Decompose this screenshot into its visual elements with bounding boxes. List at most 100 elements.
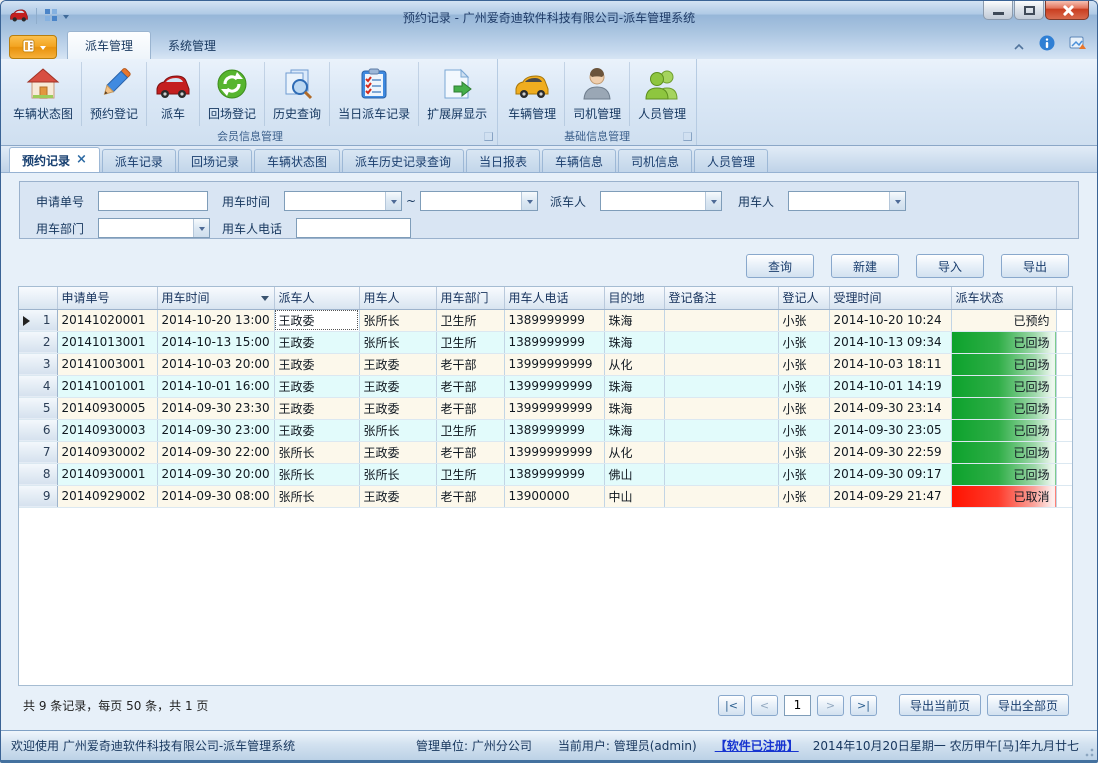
new-button[interactable]: 新建 xyxy=(831,254,899,278)
cell[interactable]: 2014-10-03 20:00 xyxy=(157,353,274,375)
cell[interactable]: 王政委 xyxy=(359,397,436,419)
status-cell[interactable]: 已回场 xyxy=(951,441,1056,463)
cell[interactable]: 2014-09-30 22:59 xyxy=(829,441,951,463)
cell[interactable]: 张所长 xyxy=(359,463,436,485)
row-indicator[interactable]: 7 xyxy=(19,441,57,463)
table-row[interactable]: 2201410130012014-10-13 15:00王政委张所长卫生所138… xyxy=(19,331,1072,353)
document-tab[interactable]: 预约记录× xyxy=(9,147,100,172)
cell[interactable]: 20141001001 xyxy=(57,375,157,397)
cell[interactable]: 2014-09-30 08:00 xyxy=(157,485,274,507)
cell[interactable]: 佛山 xyxy=(604,463,664,485)
cell[interactable]: 20141013001 xyxy=(57,331,157,353)
table-row[interactable]: 5201409300052014-09-30 23:30王政委王政委老干部139… xyxy=(19,397,1072,419)
cell[interactable]: 老干部 xyxy=(436,397,504,419)
table-row[interactable]: 9201409290022014-09-30 08:00张所长王政委老干部139… xyxy=(19,485,1072,507)
cell[interactable]: 小张 xyxy=(778,485,829,507)
cell[interactable]: 2014-10-03 18:11 xyxy=(829,353,951,375)
column-header[interactable]: 派车状态 xyxy=(951,287,1056,309)
next-page-button[interactable]: > xyxy=(817,695,844,716)
use-time-from-combo[interactable] xyxy=(284,191,402,211)
cell[interactable]: 小张 xyxy=(778,397,829,419)
page-number-input[interactable] xyxy=(784,695,811,716)
cell[interactable]: 珠海 xyxy=(604,397,664,419)
column-header[interactable]: 受理时间 xyxy=(829,287,951,309)
row-indicator[interactable]: 6 xyxy=(19,419,57,441)
column-header[interactable]: 用车人电话 xyxy=(504,287,604,309)
cell[interactable]: 20140929002 xyxy=(57,485,157,507)
ribbon-button[interactable]: 当日派车记录 xyxy=(330,62,419,126)
ribbon-tab[interactable]: 派车管理 xyxy=(67,31,151,59)
status-cell[interactable]: 已取消 xyxy=(951,485,1056,507)
cell[interactable]: 老干部 xyxy=(436,353,504,375)
cell[interactable]: 1389999999 xyxy=(504,309,604,331)
cell[interactable]: 张所长 xyxy=(274,485,359,507)
info-icon[interactable] xyxy=(1039,35,1055,55)
document-tab[interactable]: 车辆状态图 xyxy=(254,149,340,172)
row-indicator[interactable]: 4 xyxy=(19,375,57,397)
cell[interactable]: 王政委 xyxy=(274,419,359,441)
ribbon-tab[interactable]: 系统管理 xyxy=(151,32,233,59)
ribbon-button[interactable]: 司机管理 xyxy=(565,62,630,126)
cell[interactable]: 卫生所 xyxy=(436,463,504,485)
status-cell[interactable]: 已回场 xyxy=(951,331,1056,353)
cell[interactable]: 小张 xyxy=(778,441,829,463)
cell[interactable]: 13999999999 xyxy=(504,397,604,419)
close-tab-icon[interactable]: × xyxy=(76,155,87,165)
cell[interactable]: 13999999999 xyxy=(504,375,604,397)
cell[interactable]: 13999999999 xyxy=(504,441,604,463)
query-button[interactable]: 查询 xyxy=(746,254,814,278)
column-filter-arrow-icon[interactable] xyxy=(261,296,269,305)
cell[interactable]: 王政委 xyxy=(274,375,359,397)
cell[interactable]: 2014-09-30 23:30 xyxy=(157,397,274,419)
table-row[interactable]: 1201410200012014-10-20 13:00王政委张所长卫生所138… xyxy=(19,309,1072,331)
phone-input[interactable] xyxy=(296,218,411,238)
dept-combo[interactable] xyxy=(98,218,210,238)
export-button[interactable]: 导出 xyxy=(1001,254,1069,278)
cell[interactable] xyxy=(664,309,778,331)
cell[interactable]: 王政委 xyxy=(274,309,359,331)
document-tab[interactable]: 当日报表 xyxy=(466,149,540,172)
row-indicator[interactable]: 1 xyxy=(19,309,57,331)
column-header-blank[interactable] xyxy=(1056,287,1072,309)
cell[interactable] xyxy=(664,463,778,485)
status-cell[interactable]: 已回场 xyxy=(951,397,1056,419)
combo-dropdown-icon[interactable] xyxy=(385,192,401,210)
combo-dropdown-icon[interactable] xyxy=(889,192,905,210)
maximize-button[interactable] xyxy=(1014,1,1044,20)
column-header[interactable]: 目的地 xyxy=(604,287,664,309)
document-tab[interactable]: 派车历史记录查询 xyxy=(342,149,464,172)
cell[interactable]: 20140930001 xyxy=(57,463,157,485)
cell[interactable]: 从化 xyxy=(604,441,664,463)
cell[interactable]: 张所长 xyxy=(359,309,436,331)
cell[interactable]: 2014-09-30 09:17 xyxy=(829,463,951,485)
title-bar[interactable]: 预约记录 - 广州爱奇迪软件科技有限公司-派车管理系统 xyxy=(1,1,1097,31)
cell[interactable]: 王政委 xyxy=(359,375,436,397)
table-row[interactable]: 3201410030012014-10-03 20:00王政委王政委老干部139… xyxy=(19,353,1072,375)
cell[interactable]: 1389999999 xyxy=(504,463,604,485)
dispatcher-combo[interactable] xyxy=(600,191,722,211)
cell[interactable] xyxy=(664,485,778,507)
ribbon-button[interactable]: 扩展屏显示 xyxy=(419,62,495,126)
document-tab[interactable]: 人员管理 xyxy=(694,149,768,172)
cell[interactable] xyxy=(664,397,778,419)
first-page-button[interactable]: |< xyxy=(718,695,745,716)
cell[interactable]: 王政委 xyxy=(359,441,436,463)
ribbon-button[interactable]: 回场登记 xyxy=(200,62,265,126)
status-cell[interactable]: 已预约 xyxy=(951,309,1056,331)
cell[interactable] xyxy=(664,353,778,375)
ribbon-button[interactable]: 预约登记 xyxy=(82,62,147,126)
export-current-page-button[interactable]: 导出当前页 xyxy=(899,694,981,716)
cell[interactable]: 珠海 xyxy=(604,331,664,353)
cell[interactable]: 小张 xyxy=(778,331,829,353)
document-tab[interactable]: 司机信息 xyxy=(618,149,692,172)
column-header[interactable]: 派车人 xyxy=(274,287,359,309)
cell[interactable]: 珠海 xyxy=(604,419,664,441)
document-tab[interactable]: 派车记录 xyxy=(102,149,176,172)
import-button[interactable]: 导入 xyxy=(916,254,984,278)
status-cell[interactable]: 已回场 xyxy=(951,419,1056,441)
cell[interactable]: 王政委 xyxy=(274,353,359,375)
cell[interactable]: 小张 xyxy=(778,353,829,375)
row-indicator[interactable]: 3 xyxy=(19,353,57,375)
cell[interactable]: 卫生所 xyxy=(436,331,504,353)
cell[interactable]: 王政委 xyxy=(274,331,359,353)
